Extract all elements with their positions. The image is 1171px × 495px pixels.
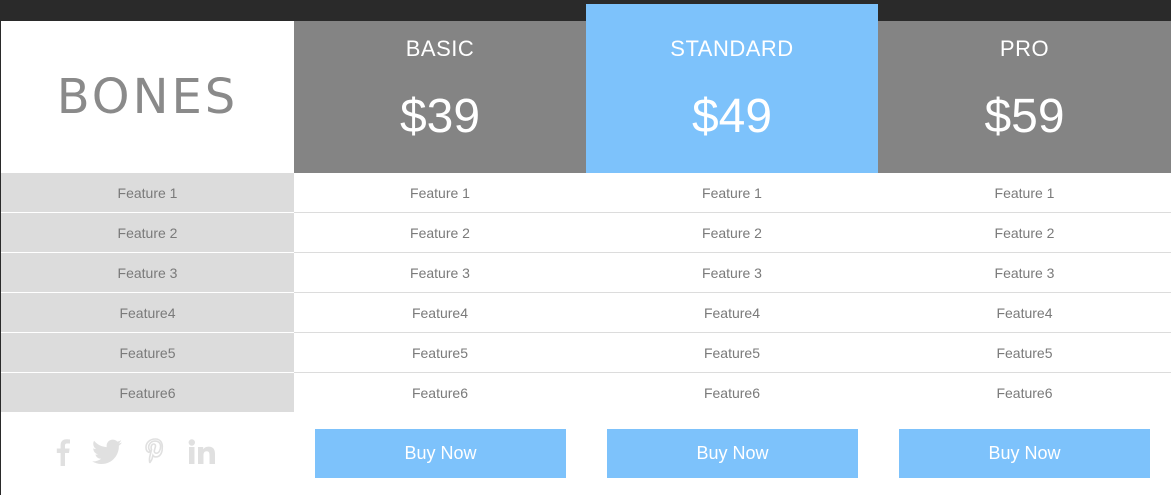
- feature-pro: Feature6: [878, 373, 1171, 413]
- twitter-icon[interactable]: [92, 439, 122, 465]
- feature-pro: Feature5: [878, 333, 1171, 372]
- feature-basic: Feature5: [294, 333, 586, 372]
- logo: BONES: [56, 69, 239, 125]
- feature-standard: Feature 2: [586, 213, 878, 252]
- feature-row: Feature 3 Feature 3 Feature 3 Feature 3: [1, 253, 1171, 293]
- feature-basic: Feature 1: [294, 173, 586, 212]
- feature-standard: Feature5: [586, 333, 878, 372]
- plan-name: PRO: [999, 36, 1050, 61]
- footer: Buy Now Buy Now Buy Now: [1, 412, 1171, 495]
- plan-name: BASIC: [405, 36, 475, 61]
- feature-standard: Feature4: [586, 293, 878, 332]
- buy-now-button-pro[interactable]: Buy Now: [899, 429, 1150, 478]
- feature-label: Feature4: [1, 293, 294, 333]
- plan-price: $49: [691, 90, 773, 143]
- plan-header-pro: PRO $59: [878, 21, 1171, 173]
- feature-standard: Feature 1: [586, 173, 878, 212]
- feature-pro: Feature 2: [878, 213, 1171, 252]
- feature-rows: Feature 1 Feature 1 Feature 1 Feature 1 …: [1, 173, 1171, 414]
- feature-label: Feature5: [1, 333, 294, 373]
- linkedin-icon[interactable]: [188, 439, 216, 465]
- feature-standard: Feature6: [586, 373, 878, 413]
- feature-pro: Feature 1: [878, 173, 1171, 212]
- feature-basic: Feature4: [294, 293, 586, 332]
- feature-row: Feature6 Feature6 Feature6 Feature6: [1, 373, 1171, 414]
- plan-price: $59: [984, 90, 1065, 143]
- buy-now-button-basic[interactable]: Buy Now: [315, 429, 566, 478]
- plan-price: $39: [399, 90, 481, 143]
- plan-header-standard: STANDARD $49: [586, 4, 878, 173]
- pinterest-icon[interactable]: [144, 438, 166, 466]
- plan-header-basic: BASIC $39: [294, 21, 586, 173]
- feature-basic: Feature 2: [294, 213, 586, 252]
- feature-pro: Feature4: [878, 293, 1171, 332]
- feature-label: Feature 2: [1, 213, 294, 253]
- feature-pro: Feature 3: [878, 253, 1171, 292]
- feature-label: Feature 3: [1, 253, 294, 293]
- feature-label: Feature6: [1, 373, 294, 414]
- feature-standard: Feature 3: [586, 253, 878, 292]
- buy-now-button-standard[interactable]: Buy Now: [607, 429, 858, 478]
- feature-label: Feature 1: [1, 173, 294, 213]
- feature-row: Feature4 Feature4 Feature4 Feature4: [1, 293, 1171, 333]
- feature-basic: Feature 3: [294, 253, 586, 292]
- social-links: [56, 438, 216, 466]
- logo-cell: BONES: [1, 21, 294, 173]
- feature-basic: Feature6: [294, 373, 586, 413]
- feature-row: Feature 2 Feature 2 Feature 2 Feature 2: [1, 213, 1171, 253]
- feature-row: Feature 1 Feature 1 Feature 1 Feature 1: [1, 173, 1171, 213]
- feature-row: Feature5 Feature5 Feature5 Feature5: [1, 333, 1171, 373]
- plan-name: STANDARD: [670, 36, 794, 61]
- facebook-icon[interactable]: [56, 438, 70, 466]
